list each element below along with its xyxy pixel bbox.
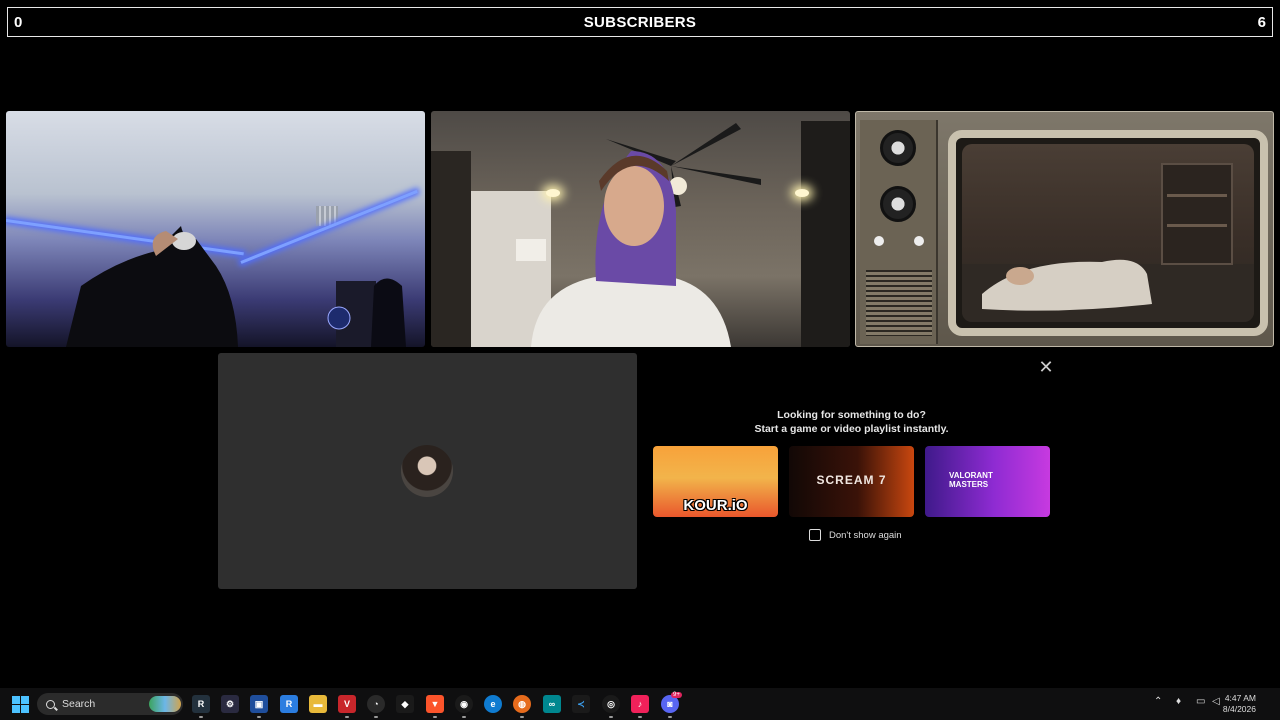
dont-show-again-toggle[interactable]: Don't show again — [809, 529, 902, 541]
arduino-icon[interactable]: ∞ — [543, 695, 561, 713]
ceiling-light — [795, 189, 809, 197]
brave-browser-icon[interactable]: ▼ — [426, 695, 444, 718]
windows-start-icon[interactable] — [12, 696, 29, 713]
activity-suggestion-panel: ✕ Looking for something to do? Start a g… — [641, 353, 1062, 589]
vscode-icon[interactable]: ≺ — [572, 695, 590, 713]
subscriber-banner: 0 SUBSCRIBERS 6 — [7, 7, 1273, 37]
dont-show-label: Don't show again — [829, 529, 902, 541]
activity-card-scream[interactable]: SCREAM 7 — [789, 446, 914, 517]
clock-date: 8/4/2026 — [1222, 704, 1256, 714]
tiktok-icon[interactable]: ♪ — [631, 695, 649, 718]
chrome-icon[interactable]: ◉ — [455, 695, 473, 718]
voicemod-icon[interactable]: V — [338, 695, 356, 718]
close-icon[interactable]: ✕ — [1036, 357, 1056, 377]
video-tile-4[interactable] — [218, 353, 637, 589]
tray-chevron-icon[interactable]: ⌃ — [1154, 696, 1162, 707]
obs-icon[interactable]: ◎ — [602, 695, 620, 718]
tv-control-panel — [860, 120, 938, 344]
tv-speaker-grille — [866, 270, 932, 336]
system-clock[interactable]: 4:47 AM 8/4/2026 — [1223, 693, 1256, 715]
card-label: KOUR.iO — [683, 497, 748, 514]
participant-avatar — [401, 445, 453, 497]
video-tile-3[interactable] — [855, 111, 1274, 347]
search-highlight-icon — [149, 696, 181, 712]
volume-icon[interactable]: ◁ — [1212, 696, 1220, 707]
tv-knob-icon — [880, 186, 916, 222]
dont-show-checkbox[interactable] — [809, 529, 821, 541]
file-explorer-icon[interactable]: ▬ — [309, 695, 327, 713]
remote-desktop-icon[interactable]: ▣ — [250, 695, 268, 718]
tv-screen — [948, 130, 1268, 336]
microphone-icon[interactable]: ♦ — [1176, 696, 1181, 707]
network-tool-icon[interactable]: ⚙ — [221, 695, 239, 713]
search-label: Search — [62, 698, 96, 710]
discord-badge: 9+ — [671, 692, 682, 698]
card-label: SCREAM 7 — [816, 473, 887, 487]
banner-title: SUBSCRIBERS — [583, 13, 697, 31]
display-icon[interactable]: ▭ — [1196, 696, 1205, 707]
activity-card-valorant[interactable]: VALORANT MASTERS — [925, 446, 1050, 517]
tv-screen-content — [962, 144, 1254, 322]
vpn-shield-icon[interactable]: ◆ — [396, 695, 414, 713]
tv-button-icon — [914, 236, 924, 246]
app-r-icon[interactable]: R — [280, 695, 298, 713]
participant-2-scene — [431, 121, 850, 347]
ceiling-light — [546, 189, 560, 197]
taskbar: Search R ⚙ ▣ R ▬ V ◔ ◆ ▼ ◉ e ◍ ∞ ≺ ◎ ♪ ◙… — [0, 688, 1280, 720]
panel-message: Looking for something to do? Start a gam… — [641, 408, 1062, 436]
card-label: VALORANT MASTERS — [949, 471, 993, 489]
speedtest-icon[interactable]: ◔ — [367, 695, 385, 718]
clock-time: 4:47 AM — [1224, 693, 1256, 703]
call-window: 0 SUBSCRIBERS 6 ✕ Looking for something … — [0, 0, 1280, 720]
panel-line-2: Start a game or video playlist instantly… — [754, 423, 949, 435]
activity-cards: KOUR.iO SCREAM 7 VALORANT MASTERS — [653, 446, 1050, 517]
tv-button-icon — [874, 236, 884, 246]
edge-icon[interactable]: e — [484, 695, 502, 713]
right-count: 6 — [1257, 13, 1266, 31]
activity-card-kour[interactable]: KOUR.iO — [653, 446, 778, 517]
video-tile-1[interactable] — [6, 111, 425, 347]
task-view-icon[interactable]: R — [192, 695, 210, 718]
participant-3-scene — [962, 163, 1254, 322]
taskbar-search[interactable]: Search — [37, 693, 183, 715]
video-tile-2[interactable] — [431, 111, 850, 347]
panel-line-1: Looking for something to do? — [777, 409, 926, 421]
tv-knob-icon — [880, 130, 916, 166]
left-count: 0 — [14, 13, 23, 31]
participant-1-silhouette — [66, 226, 406, 347]
search-icon — [46, 699, 55, 709]
firefox-icon[interactable]: ◍ — [513, 695, 531, 718]
